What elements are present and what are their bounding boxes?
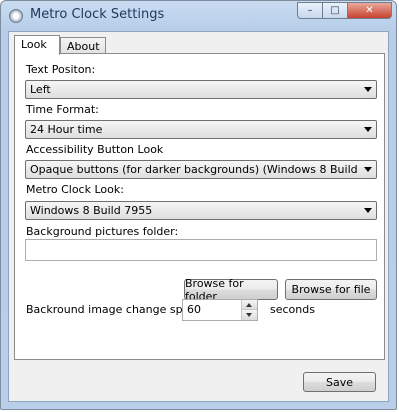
accessibility-button-look-dropdown[interactable]: Opaque buttons (for darker backgrounds) … bbox=[25, 160, 377, 179]
title-bar[interactable]: Metro Clock Settings – □ ✕ bbox=[1, 1, 396, 31]
accessibility-button-look-label: Accessibility Button Look bbox=[26, 143, 164, 156]
clock-app-icon bbox=[9, 9, 23, 23]
change-speed-value: 60 bbox=[187, 303, 201, 316]
chevron-down-icon bbox=[364, 208, 372, 213]
save-label: Save bbox=[325, 375, 353, 389]
change-speed-label: Backround image change speed: bbox=[26, 303, 207, 316]
browse-folder-button[interactable]: Browse for folder bbox=[184, 277, 278, 303]
save-button[interactable]: Save bbox=[303, 372, 376, 392]
tab-about-label: About bbox=[67, 40, 100, 53]
text-position-value: Left bbox=[30, 83, 51, 96]
tab-about[interactable]: About bbox=[60, 37, 106, 54]
close-icon: ✕ bbox=[365, 5, 374, 16]
change-speed-unit: seconds bbox=[270, 303, 315, 316]
minimize-icon: – bbox=[307, 5, 313, 16]
maximize-button[interactable]: □ bbox=[323, 2, 348, 19]
time-format-dropdown[interactable]: 24 Hour time bbox=[25, 120, 377, 139]
time-format-label: Time Format: bbox=[26, 103, 99, 116]
metro-clock-look-dropdown[interactable]: Windows 8 Build 7955 bbox=[25, 201, 377, 220]
change-speed-stepper[interactable]: 60 bbox=[182, 299, 258, 321]
tab-look-label: Look bbox=[21, 38, 47, 51]
browse-file-button[interactable]: Browse for file bbox=[285, 279, 377, 300]
client-area: Look About Text Positon: Left Time Forma… bbox=[8, 31, 389, 402]
caption-buttons: – □ ✕ bbox=[297, 2, 392, 19]
close-button[interactable]: ✕ bbox=[348, 2, 392, 19]
metro-clock-look-label: Metro Clock Look: bbox=[26, 183, 124, 196]
metro-clock-look-value: Windows 8 Build 7955 bbox=[30, 204, 153, 217]
stepper-buttons bbox=[241, 300, 257, 320]
browse-file-label: Browse for file bbox=[291, 283, 371, 296]
maximize-icon: □ bbox=[330, 5, 340, 16]
text-position-dropdown[interactable]: Left bbox=[25, 80, 377, 99]
chevron-down-icon bbox=[364, 127, 372, 132]
decrement-button[interactable] bbox=[242, 310, 257, 320]
background-folder-input[interactable] bbox=[25, 239, 377, 261]
look-tab-panel: Text Positon: Left Time Format: 24 Hour … bbox=[14, 53, 385, 360]
window-title: Metro Clock Settings bbox=[30, 7, 165, 22]
chevron-down-icon bbox=[364, 87, 372, 92]
accessibility-button-look-value: Opaque buttons (for darker backgrounds) … bbox=[30, 163, 360, 176]
minimize-button[interactable]: – bbox=[297, 2, 323, 19]
settings-window: Metro Clock Settings – □ ✕ Look About Te… bbox=[0, 0, 397, 410]
increment-button[interactable] bbox=[242, 300, 257, 310]
tab-look[interactable]: Look bbox=[14, 35, 60, 55]
background-folder-label: Background pictures folder: bbox=[26, 225, 179, 238]
arrow-up-icon bbox=[246, 303, 252, 307]
time-format-value: 24 Hour time bbox=[30, 123, 103, 136]
chevron-down-icon bbox=[364, 167, 372, 172]
arrow-down-icon bbox=[246, 313, 252, 317]
text-position-label: Text Positon: bbox=[26, 63, 96, 76]
